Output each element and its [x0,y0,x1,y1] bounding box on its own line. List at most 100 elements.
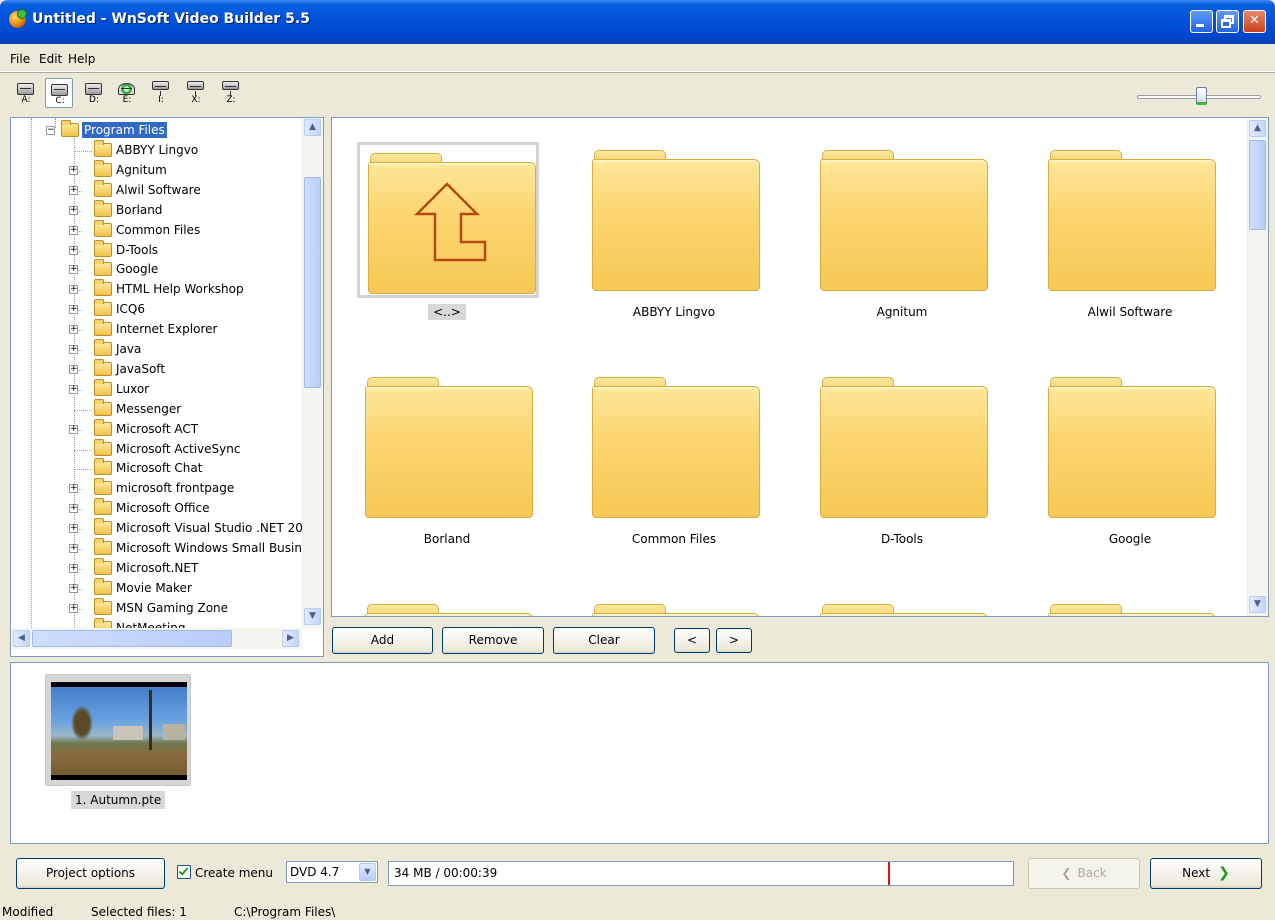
folder-tile[interactable] [355,596,545,616]
menu-edit[interactable]: Edit [39,52,62,66]
folder-icon [94,577,112,595]
project-options-button[interactable]: Project options [16,858,165,889]
drive-x-button[interactable]: X: [182,78,210,108]
create-menu-label[interactable]: Create menu [195,866,273,880]
previous-button[interactable]: < [674,628,710,653]
disc-type-select[interactable]: DVD 4.7 ▼ [286,861,378,883]
folder-tile[interactable] [1038,596,1228,616]
remove-button[interactable]: Remove [442,627,544,654]
expand-icon[interactable]: + [69,583,78,593]
expand-icon[interactable]: + [69,265,78,275]
tree-item-label: Internet Explorer [116,322,218,337]
tree-item-label: D-Tools [116,242,159,257]
expand-icon[interactable]: + [69,484,78,494]
tree-item-label: microsoft frontpage [116,481,235,496]
expand-icon[interactable]: + [69,563,78,573]
disc-usage-text: 34 MB / 00:00:39 [394,866,498,880]
folder-icon [94,597,112,615]
expand-icon[interactable]: + [69,165,78,175]
folder-tile[interactable] [582,596,772,616]
expand-icon[interactable]: + [69,544,78,553]
folder-label: ABBYY Lingvo [632,305,716,319]
scroll-thumb[interactable] [304,177,321,388]
next-button[interactable]: Next ❯ [1150,858,1262,889]
folder-tile[interactable]: Common Files [582,369,772,569]
expand-icon[interactable]: + [69,225,78,235]
expand-icon[interactable]: + [69,345,78,354]
folder-tile[interactable]: ABBYY Lingvo [582,142,772,342]
parent-folder-tile[interactable]: <..> [355,142,545,342]
tree-vertical-scrollbar[interactable]: ▲ ▼ [302,118,323,628]
folder-label: Google [1108,532,1152,546]
folder-tile[interactable] [810,596,1000,616]
drive-z-button[interactable]: Z: [217,78,245,108]
scroll-up-icon[interactable]: ▲ [304,119,321,136]
next-page-button[interactable]: > [716,628,752,653]
tree-horizontal-scrollbar[interactable]: ◀ ▶ [11,628,302,649]
file-thumbnail-view[interactable]: <..> ABBYY Lingvo Agnitum Alwil Software Bor… [331,117,1269,617]
folder-tile[interactable]: Agnitum [810,142,1000,342]
chevron-right-icon: ❯ [1218,865,1230,881]
drive-a-button[interactable]: A: [12,78,40,108]
drive-d-button[interactable]: D: [80,78,108,108]
network-drive-icon [222,81,239,96]
add-button[interactable]: Add [332,627,433,654]
folder-icon [94,557,112,575]
drive-toolbar: A: C: D: E: I: X: Z: [12,78,252,112]
chevron-down-icon[interactable]: ▼ [359,863,376,881]
scroll-right-icon[interactable]: ▶ [282,630,299,647]
scroll-up-icon[interactable]: ▲ [1249,120,1266,137]
expand-icon[interactable]: + [69,384,78,394]
project-item-thumbnail[interactable] [45,674,191,786]
expand-icon[interactable]: + [69,364,78,374]
drive-letter: E: [122,95,132,105]
expand-icon[interactable]: + [69,285,78,295]
menu-help[interactable]: Help [68,52,95,66]
chevron-left-icon: ❮ [1061,866,1072,880]
expand-icon[interactable]: + [69,305,78,315]
back-button[interactable]: ❮ Back [1028,858,1140,889]
scroll-thumb[interactable] [1249,140,1266,230]
expand-icon[interactable]: + [69,185,78,195]
minimize-button[interactable] [1190,10,1213,33]
create-menu-checkbox[interactable] [177,865,191,879]
expand-icon[interactable]: + [69,245,78,255]
folder-tile[interactable]: Alwil Software [1038,142,1228,342]
folder-tile[interactable]: D-Tools [810,369,1000,569]
scroll-thumb[interactable] [32,630,232,647]
tree-item-label: Google [116,262,159,277]
folder-tile[interactable]: Borland [355,369,545,569]
menu-file[interactable]: File [10,52,30,66]
collapse-icon[interactable]: − [46,126,55,135]
close-icon: ✕ [1249,13,1260,28]
expand-icon[interactable]: + [69,504,78,514]
folder-tile[interactable]: Google [1038,369,1228,569]
clear-button[interactable]: Clear [553,627,655,654]
title-bar[interactable]: Untitled - WnSoft Video Builder 5.5 ✕ [0,0,1275,44]
expand-icon[interactable]: + [69,424,78,434]
drive-c-button[interactable]: C: [45,78,73,108]
restore-button[interactable] [1216,10,1239,33]
folder-tree[interactable]: − Program Files ABBYY Lingvo + Agnitum + Alw… [10,117,324,657]
expand-icon[interactable]: + [69,524,78,534]
drive-i-button[interactable]: I: [147,78,175,108]
tree-item-label: Movie Maker [116,580,192,595]
expand-icon[interactable]: + [69,205,78,215]
close-button[interactable]: ✕ [1243,10,1266,33]
scroll-down-icon[interactable]: ▼ [1249,596,1266,613]
expand-icon[interactable]: + [69,325,78,335]
folder-label: Common Files [631,532,717,546]
folder-tree-list: − Program Files ABBYY Lingvo + Agnitum + Alw… [11,118,302,628]
slider-thumb[interactable] [1196,87,1207,105]
folder-label: Borland [423,532,471,546]
expand-icon[interactable]: + [69,603,78,613]
folder-icon [94,538,112,555]
tree-item-label: Messenger [116,401,182,416]
status-path: C:\Program Files\ [234,905,336,919]
drive-e-button[interactable]: E: [113,78,141,108]
scroll-left-icon[interactable]: ◀ [13,630,30,647]
thumbnail-size-slider[interactable] [1137,87,1261,105]
project-filmstrip[interactable]: 1. Autumn.pte [10,662,1269,844]
scroll-down-icon[interactable]: ▼ [304,608,321,625]
files-vertical-scrollbar[interactable]: ▲ ▼ [1247,118,1268,616]
